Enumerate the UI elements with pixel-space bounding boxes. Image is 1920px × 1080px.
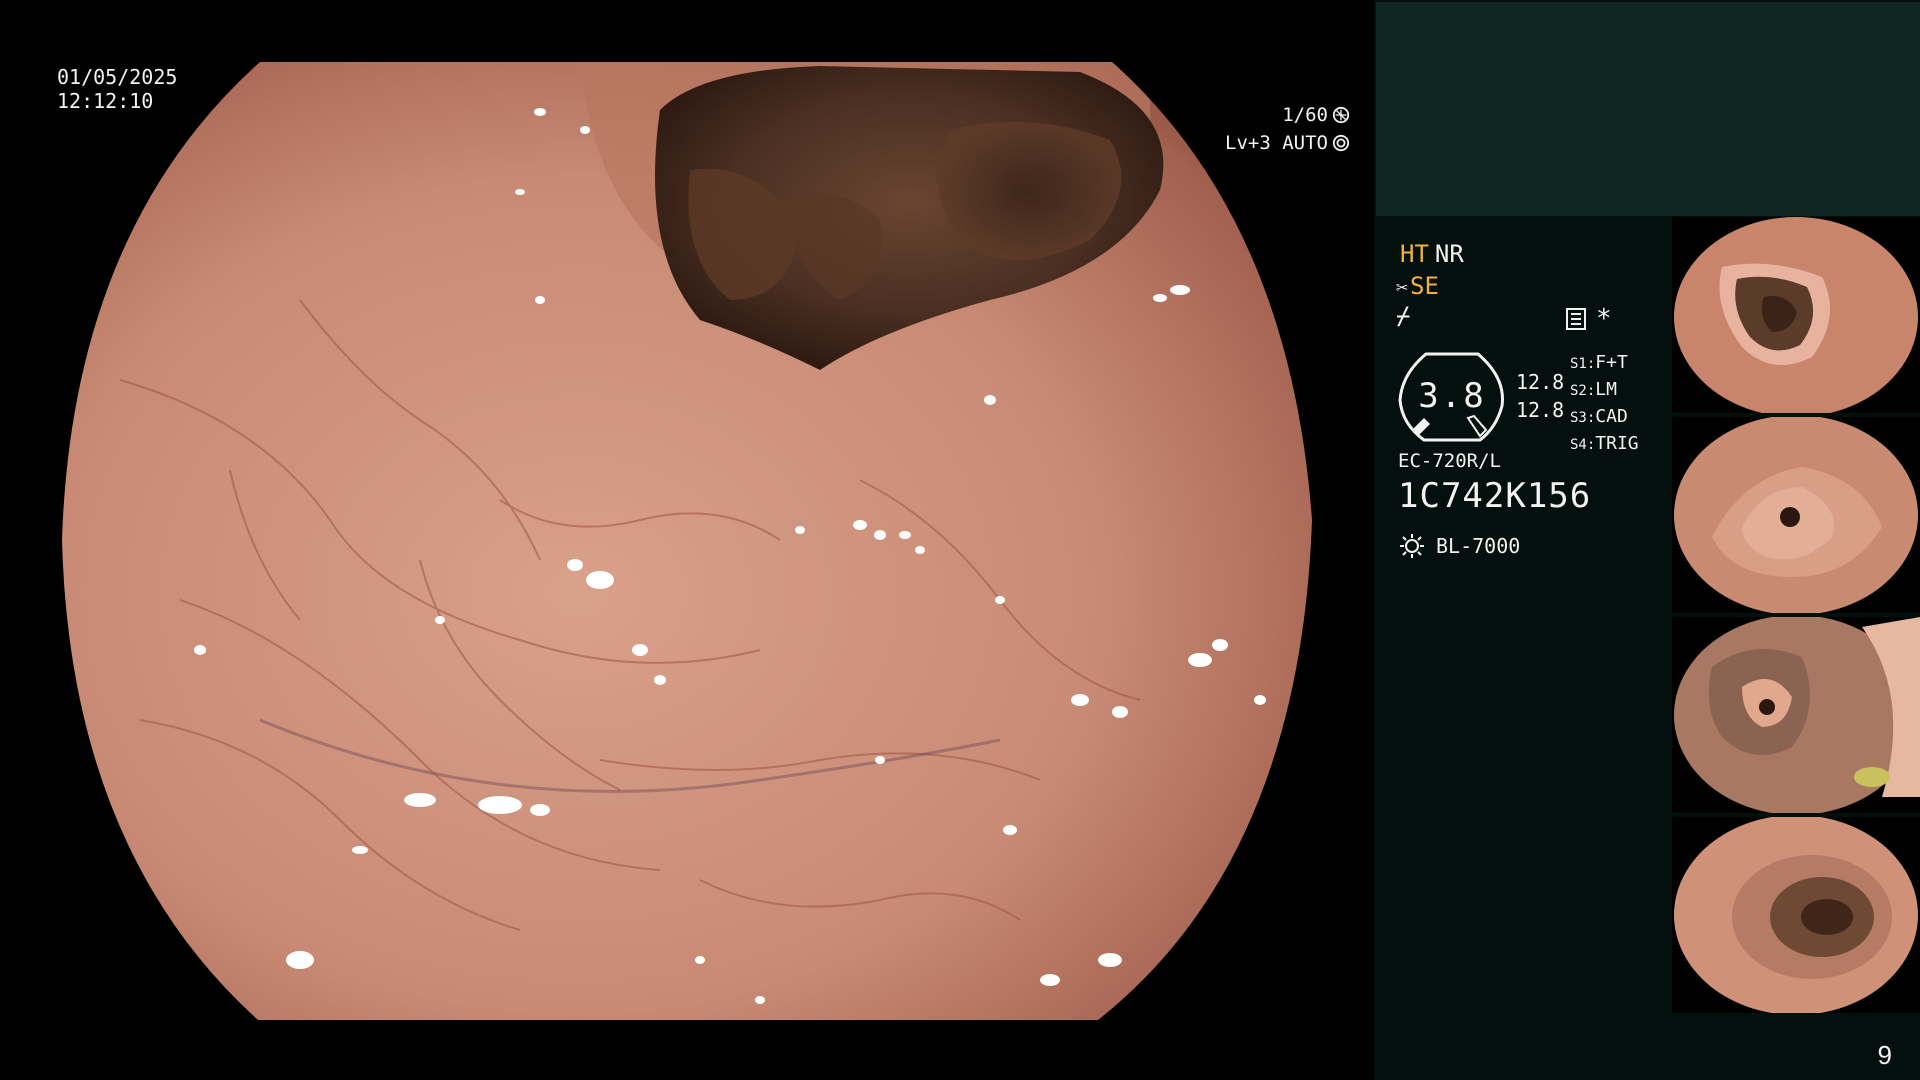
auto-iris-icon [1332,134,1350,152]
gauge-value: 3.8 [1418,376,1486,416]
slash-icon: ⌿ [1396,302,1411,330]
switch-row: S3:CAD [1570,406,1628,427]
setting-a: 12.8 [1516,370,1565,394]
se-label: SE [1410,272,1439,300]
shutter-icon [1332,106,1350,124]
switch-row: S2:LM [1570,379,1617,400]
thumbnail-image [1674,617,1920,813]
shutter-speed: 1/60 [1282,104,1328,126]
endoscope-view: 01/05/2025 12:12:10 1/60 Lv+3 AUTO [0,0,1374,1080]
light-icon [1400,534,1424,558]
switch-row: S4:TRIG [1570,433,1639,454]
exposure-readout: 1/60 Lv+3 AUTO [1225,101,1350,157]
thumbnail-2[interactable] [1672,417,1920,613]
thumbnail-3[interactable] [1672,617,1920,813]
light-source-label: BL-7000 [1436,534,1521,558]
scope-serial: 1C742K156 [1398,476,1592,516]
se-row: ✂SE [1396,272,1439,300]
page-number: 9 [1877,1040,1892,1070]
thumbnail-4[interactable] [1672,817,1920,1013]
asterisk-icon: * [1596,304,1612,334]
light-source-row: BL-7000 [1398,532,1520,560]
scope-model: EC-720R/L [1398,450,1501,472]
ht-label: HT [1400,240,1429,268]
endoscopic-image [62,62,1312,1020]
thumbnail-image [1674,817,1918,1013]
menu-icon [1566,308,1586,330]
setting-b: 12.8 [1516,398,1565,422]
nr-label: NR [1434,240,1464,268]
scissors-icon: ✂ [1396,275,1409,299]
level-mode: Lv+3 AUTO [1225,132,1328,154]
date-label: 01/05/2025 [57,65,178,89]
timestamp: 01/05/2025 12:12:10 [57,65,177,113]
thumbnail-image [1674,217,1918,413]
mode-row: HT NR [1400,240,1464,270]
thumbnail-image [1674,417,1918,613]
switch-assignments: S1:F+T S2:LM S3:CAD S4:TRIG [1570,350,1639,458]
thumbnail-1[interactable] [1672,217,1920,413]
switch-row: S1:F+T [1570,352,1628,373]
panel-header-area [1376,2,1920,216]
time-label: 12:12:10 [57,89,154,113]
